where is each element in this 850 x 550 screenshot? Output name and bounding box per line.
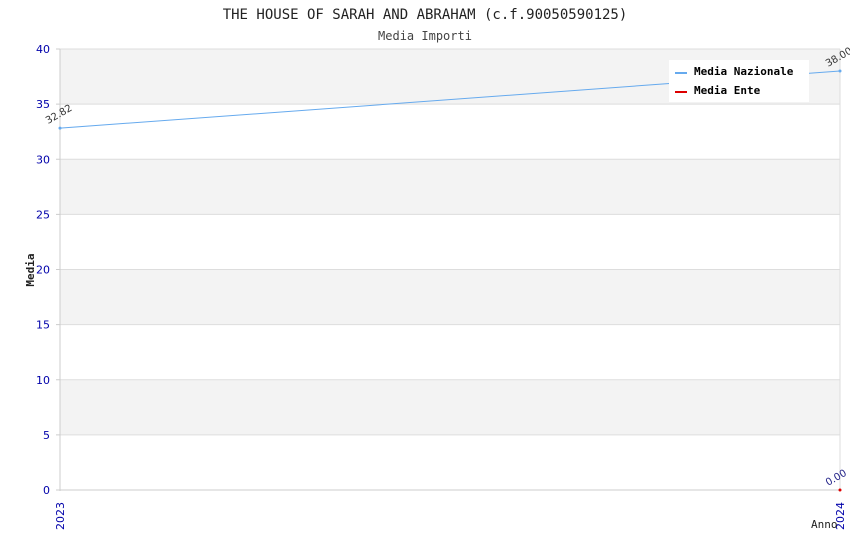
x-tick-label: 2023 [54,502,67,530]
x-axis-label: Anno [811,518,838,531]
y-tick-label: 15 [36,319,50,332]
legend: Media Nazionale Media Ente [669,60,809,102]
data-point [838,69,842,73]
chart: 0510152025303540 2023 2024 32.8238.000.00… [24,7,850,531]
y-tick-labels: 0 5 10 15 20 25 30 35 40 [36,43,50,497]
y-tick-label: 20 [36,264,50,277]
grid-band [60,269,840,325]
data-point [58,126,62,130]
y-tick-label: 40 [36,43,50,56]
chart-subtitle: Media Importi [378,29,472,43]
background-bands [60,49,840,435]
y-tick-label: 25 [36,208,50,221]
y-tick-label: 5 [43,429,50,442]
y-tick-label: 0 [43,484,50,497]
legend-label-media-ente: Media Ente [694,84,761,97]
data-point [838,488,842,492]
chart-title: THE HOUSE OF SARAH AND ABRAHAM (c.f.9005… [223,7,628,23]
y-tick-label: 30 [36,153,50,166]
legend-label-media-nazionale: Media Nazionale [694,65,794,78]
x-tick-labels: 2023 2024 [54,502,847,530]
y-tick-label: 35 [36,98,50,111]
y-axis-label: Media [24,253,37,286]
grid-band [60,159,840,215]
grid-band [60,379,840,435]
data-label: 0.00 [824,468,849,489]
y-tick-label: 10 [36,374,50,387]
